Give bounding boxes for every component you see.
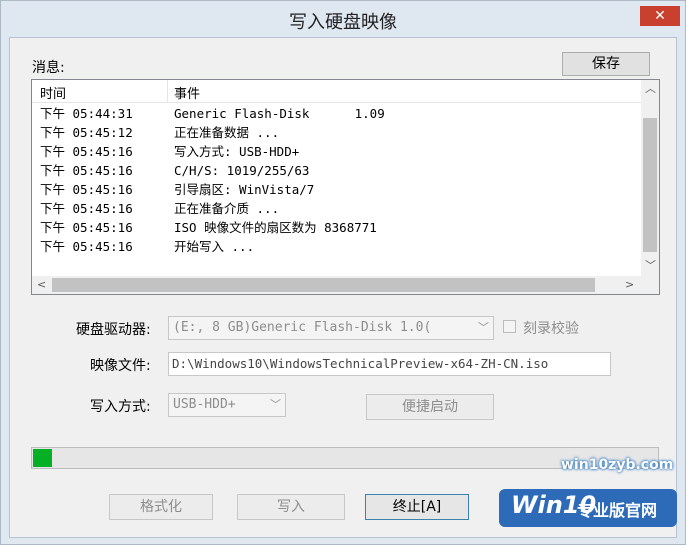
- row-time: 下午 05:45:16: [40, 201, 133, 216]
- table-row[interactable]: 下午 05:45:16 ISO 映像文件的扇区数为 8368771: [32, 218, 640, 237]
- scroll-right-icon[interactable]: >: [625, 279, 634, 291]
- scroll-left-icon[interactable]: <: [37, 279, 46, 291]
- row-time: 下午 05:45:16: [40, 144, 133, 159]
- verify-label[interactable]: 刻录校验: [523, 318, 579, 338]
- log-rows: 下午 05:44:31 Generic Flash-Disk 1.09 下午 05…: [32, 104, 640, 256]
- row-time: 下午 05:45:16: [40, 220, 133, 235]
- save-button[interactable]: 保存: [562, 52, 650, 76]
- scroll-up-icon[interactable]: ︿: [645, 83, 656, 95]
- write-method-label: 写入方式:: [90, 399, 151, 415]
- vertical-scroll-thumb[interactable]: [643, 118, 657, 252]
- title-bar: 写入硬盘映像 ✕: [1, 1, 685, 37]
- window-title: 写入硬盘映像: [289, 12, 397, 33]
- format-button[interactable]: 格式化: [109, 494, 213, 520]
- log-header: 时间 事件: [32, 80, 641, 103]
- drive-label: 硬盘驱动器:: [76, 322, 151, 338]
- row-time: 下午 05:45:12: [40, 125, 133, 140]
- write-method-value: USB-HDD+: [173, 397, 236, 412]
- close-icon[interactable]: ✕: [654, 8, 666, 24]
- scrollbar-corner: [641, 276, 659, 294]
- horizontal-scrollbar[interactable]: < >: [32, 276, 641, 294]
- image-file-input[interactable]: D:\Windows10\WindowsTechnicalPreview-x64…: [168, 352, 611, 376]
- column-header-time[interactable]: 时间: [40, 83, 66, 102]
- watermark-url: win10zyb.com: [561, 457, 674, 473]
- abort-button[interactable]: 终止[A]: [365, 494, 469, 520]
- table-row[interactable]: 下午 05:45:12 正在准备数据 ...: [32, 123, 640, 142]
- column-divider[interactable]: [167, 80, 168, 102]
- table-row[interactable]: 下午 05:45:16 写入方式: USB-HDD+: [32, 142, 640, 161]
- row-event: 引导扇区: WinVista/7: [174, 182, 315, 197]
- table-row[interactable]: 下午 05:45:16 C/H/S: 1019/255/63: [32, 161, 640, 180]
- drive-select-value: (E:, 8 GB)Generic Flash-Disk 1.0(: [173, 320, 432, 335]
- table-row[interactable]: 下午 05:45:16 正在准备介质 ...: [32, 199, 640, 218]
- image-file-label: 映像文件:: [90, 358, 151, 374]
- close-button[interactable]: ✕: [640, 6, 680, 26]
- verify-checkbox[interactable]: [503, 320, 516, 333]
- horizontal-scroll-thumb[interactable]: [52, 278, 595, 292]
- row-time: 下午 05:44:31: [40, 106, 133, 121]
- chevron-down-icon[interactable]: ﹀: [478, 317, 489, 339]
- row-event: C/H/S: 1019/255/63: [174, 163, 310, 178]
- row-time: 下午 05:45:16: [40, 182, 133, 197]
- row-event: 开始写入 ...: [174, 239, 255, 254]
- scroll-down-icon[interactable]: ﹀: [645, 260, 656, 272]
- progress-fill: [33, 449, 52, 467]
- row-event: Generic Flash-Disk 1.09: [174, 106, 385, 121]
- write-button[interactable]: 写入: [237, 494, 345, 520]
- row-time: 下午 05:45:16: [40, 163, 133, 178]
- table-row[interactable]: 下午 05:45:16 引导扇区: WinVista/7: [32, 180, 640, 199]
- row-event: 正在准备数据 ...: [174, 125, 280, 140]
- row-event: 正在准备介质 ...: [174, 201, 280, 216]
- drive-select[interactable]: (E:, 8 GB)Generic Flash-Disk 1.0( ﹀: [168, 316, 494, 340]
- column-header-event[interactable]: 事件: [174, 83, 200, 102]
- row-event: 写入方式: USB-HDD+: [174, 144, 300, 159]
- row-time: 下午 05:45:16: [40, 239, 133, 254]
- write-disk-image-window: 写入硬盘映像 ✕ 消息: 保存 时间 事件 下午 05:44:31 Generic…: [0, 0, 686, 545]
- table-row[interactable]: 下午 05:45:16 开始写入 ...: [32, 237, 640, 256]
- message-log-list[interactable]: 时间 事件 下午 05:44:31 Generic Flash-Disk 1.09…: [31, 79, 660, 295]
- write-method-select[interactable]: USB-HDD+ ﹀: [168, 393, 286, 417]
- table-row[interactable]: 下午 05:44:31 Generic Flash-Disk 1.09: [32, 104, 640, 123]
- messages-label: 消息:: [32, 60, 65, 76]
- chevron-down-icon[interactable]: ﹀: [270, 394, 281, 416]
- vertical-scrollbar[interactable]: ︿ ﹀: [641, 80, 659, 276]
- watermark-logo-text: 专业版官网: [577, 501, 658, 520]
- row-event: ISO 映像文件的扇区数为 8368771: [174, 220, 377, 235]
- quick-boot-button[interactable]: 便捷启动: [366, 394, 494, 420]
- site-watermark: win10zyb.com Win10 专业版官网: [491, 453, 677, 543]
